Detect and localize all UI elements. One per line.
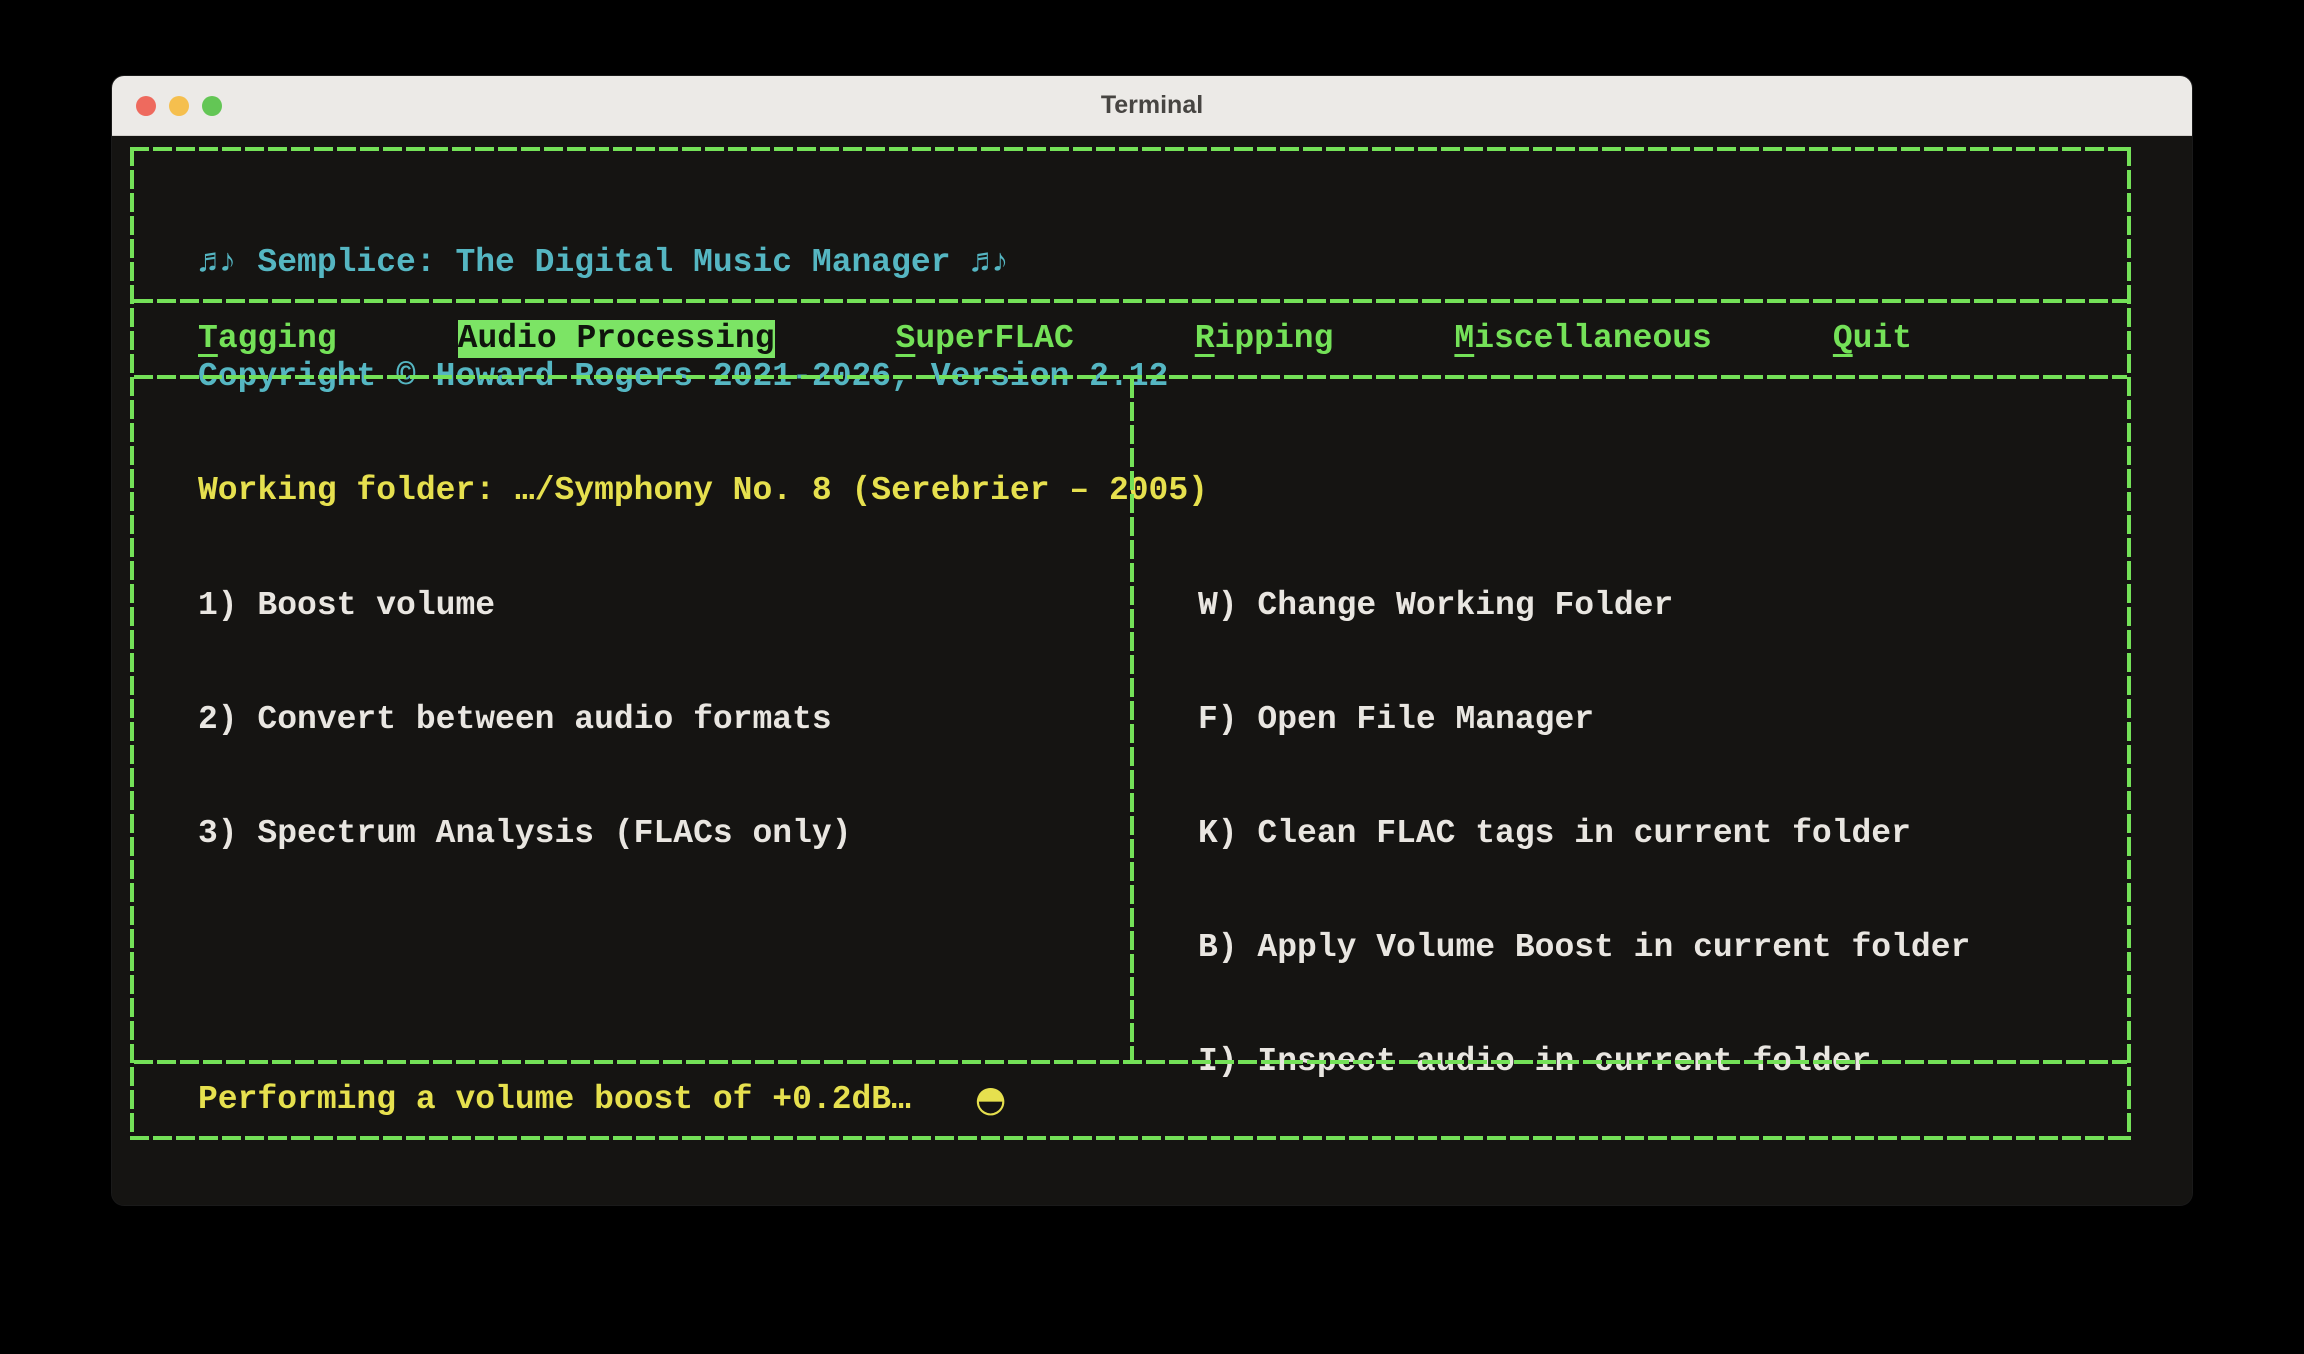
left-panel: 1) Boost volume 2) Convert between audio… xyxy=(134,379,1130,1060)
frame-border-right xyxy=(2127,147,2131,1140)
menu-hotkey: S xyxy=(896,320,916,357)
minimize-button[interactable] xyxy=(169,96,189,116)
spinner-icon: ◓ xyxy=(975,1082,1006,1118)
right-panel-option-b[interactable]: B) Apply Volume Boost in current folder xyxy=(1198,929,2127,967)
menu-label: ipping xyxy=(1215,320,1334,357)
menu-hotkey: R xyxy=(1195,320,1215,357)
status-text: Performing a volume boost of +0.2dB… xyxy=(198,1081,911,1119)
left-panel-option-2[interactable]: 2) Convert between audio formats xyxy=(198,701,1130,739)
menu-label: udio Processing xyxy=(477,320,774,357)
left-panel-option-3[interactable]: 3) Spectrum Analysis (FLACs only) xyxy=(198,815,1130,853)
zoom-button[interactable] xyxy=(202,96,222,116)
left-panel-options: 1) Boost volume 2) Convert between audio… xyxy=(198,511,1130,929)
close-button[interactable] xyxy=(136,96,156,116)
menu-hotkey: Q xyxy=(1833,320,1853,357)
right-panel-option-f[interactable]: F) Open File Manager xyxy=(1198,701,2127,739)
frame-border-left xyxy=(130,147,134,1140)
menu-label: agging xyxy=(218,320,337,357)
menu-item-quit[interactable]: Quit xyxy=(1833,320,1912,358)
menu-hotkey: M xyxy=(1454,320,1474,357)
menu-item-superflac[interactable]: SuperFLAC xyxy=(896,320,1074,358)
menu-hotkey: A xyxy=(458,320,478,357)
frame-border-bottom xyxy=(130,1136,2131,1140)
menu-label: uit xyxy=(1853,320,1912,357)
window-titlebar[interactable]: Terminal xyxy=(112,76,2192,136)
traffic-lights xyxy=(136,76,222,135)
frame-border-top xyxy=(130,147,2131,151)
menu-bar: Tagging Audio Processing SuperFLAC Rippi… xyxy=(134,303,2127,375)
menu-item-ripping[interactable]: Ripping xyxy=(1195,320,1334,358)
menu-hotkey: T xyxy=(198,320,218,357)
menu-label: uperFLAC xyxy=(915,320,1073,357)
app-title-line: ♬♪ Semplice: The Digital Music Manager ♬… xyxy=(198,244,2127,282)
status-bar: Performing a volume boost of +0.2dB… ◓ xyxy=(134,1064,2127,1136)
tui-frame: ♬♪ Semplice: The Digital Music Manager ♬… xyxy=(130,147,2131,1140)
terminal-window: Terminal ♬♪ Semplice: The Digital Music … xyxy=(112,76,2192,1205)
terminal-screen[interactable]: ♬♪ Semplice: The Digital Music Manager ♬… xyxy=(112,136,2192,1205)
menu-item-miscellaneous[interactable]: Miscellaneous xyxy=(1454,320,1711,358)
menu-label: iscellaneous xyxy=(1474,320,1712,357)
content-panels: 1) Boost volume 2) Convert between audio… xyxy=(134,379,2127,1060)
menu-item-audio-processing[interactable]: Audio Processing xyxy=(458,320,775,358)
right-panel: W) Change Working Folder F) Open File Ma… xyxy=(1134,379,2127,1060)
menu-item-tagging[interactable]: Tagging xyxy=(198,320,337,358)
right-panel-option-w[interactable]: W) Change Working Folder xyxy=(1198,587,2127,625)
window-title: Terminal xyxy=(1101,91,1203,120)
right-panel-option-k[interactable]: K) Clean FLAC tags in current folder xyxy=(1198,815,2127,853)
left-panel-option-1[interactable]: 1) Boost volume xyxy=(198,587,1130,625)
app-header: ♬♪ Semplice: The Digital Music Manager ♬… xyxy=(134,151,2127,299)
